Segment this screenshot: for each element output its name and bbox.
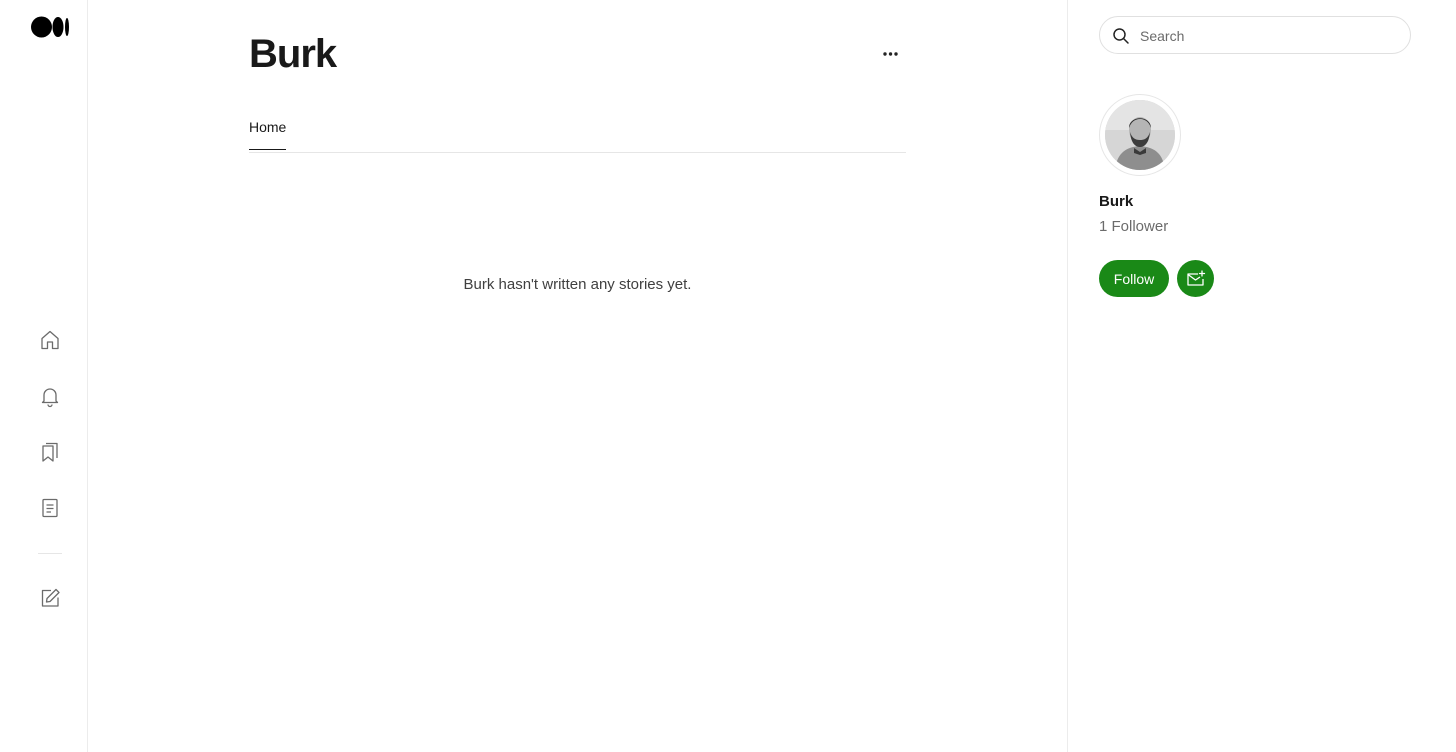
stories-icon[interactable] bbox=[36, 494, 64, 522]
search-input[interactable] bbox=[1138, 17, 1402, 55]
mail-plus-icon bbox=[1186, 269, 1205, 286]
profile-tabs: Home bbox=[249, 112, 906, 153]
more-options-icon[interactable] bbox=[881, 44, 901, 64]
follower-count[interactable]: 1 Follower bbox=[1099, 218, 1168, 235]
avatar-image bbox=[1105, 100, 1175, 170]
medium-logo-icon[interactable] bbox=[31, 16, 71, 38]
subscribe-email-button[interactable] bbox=[1177, 260, 1214, 297]
bell-icon[interactable] bbox=[36, 382, 64, 410]
search-bar bbox=[1099, 16, 1411, 55]
write-icon[interactable] bbox=[36, 584, 64, 612]
follow-button[interactable]: Follow bbox=[1099, 260, 1169, 297]
sidebar-divider bbox=[38, 553, 62, 554]
home-icon[interactable] bbox=[36, 326, 64, 354]
author-name[interactable]: Burk bbox=[1099, 193, 1133, 210]
page-title: Burk bbox=[249, 32, 337, 76]
search-icon bbox=[1112, 27, 1130, 45]
empty-state-message: Burk hasn't written any stories yet. bbox=[463, 276, 692, 293]
bookmarks-icon[interactable] bbox=[36, 438, 64, 466]
avatar[interactable] bbox=[1099, 94, 1181, 176]
right-sidebar: Burk 1 Follower Follow bbox=[1067, 0, 1456, 752]
left-sidebar bbox=[0, 0, 88, 752]
tab-home[interactable]: Home bbox=[249, 119, 287, 150]
